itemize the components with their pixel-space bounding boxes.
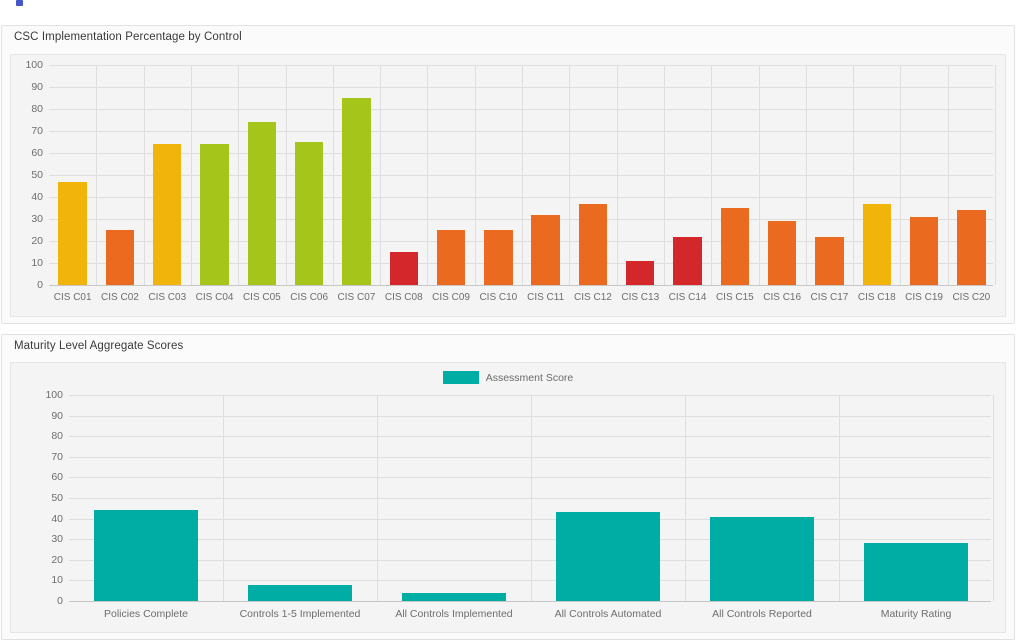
x-axis-tick-label: CIS C19 [905, 292, 943, 303]
y-axis-tick-label: 20 [51, 554, 63, 566]
y-axis-tick-label: 50 [51, 492, 63, 504]
bar[interactable] [768, 221, 796, 285]
bar[interactable] [531, 215, 559, 285]
y-axis-tick-label: 60 [51, 471, 63, 483]
maturity-legend: Assessment Score [11, 371, 1005, 384]
card-maturity-scores: Maturity Level Aggregate Scores Assessme… [1, 334, 1015, 640]
csc-chart-plot-area: 0102030405060708090100CIS C01CIS C02CIS … [10, 54, 1006, 317]
y-axis-tick-label: 90 [31, 81, 43, 93]
x-axis-tick-label: CIS C14 [669, 292, 707, 303]
y-axis-tick-label: 80 [31, 103, 43, 115]
bar[interactable] [153, 144, 181, 285]
y-axis-tick-label: 20 [31, 235, 43, 247]
bar[interactable] [864, 543, 969, 601]
x-axis-tick-label: CIS C04 [196, 292, 234, 303]
y-axis-tick-label: 70 [51, 451, 63, 463]
bar[interactable] [815, 237, 843, 285]
y-axis-tick-label: 100 [45, 389, 63, 401]
gridline-vertical [993, 395, 994, 601]
chart-axes: 0102030405060708090100 [69, 395, 991, 601]
legend-swatch-assessment-score [443, 371, 479, 384]
legend-label-assessment-score: Assessment Score [486, 372, 574, 384]
x-axis-tick-label: CIS C06 [290, 292, 328, 303]
x-axis-tick-label: CIS C10 [479, 292, 517, 303]
x-axis-tick-label: CIS C07 [338, 292, 376, 303]
x-axis-tick-label: CIS C12 [574, 292, 612, 303]
x-axis-tick-label: All Controls Implemented [395, 608, 512, 620]
x-axis-tick-label: CIS C13 [621, 292, 659, 303]
bar[interactable] [94, 510, 199, 601]
gridline-vertical [995, 65, 996, 285]
x-axis-tick-label: CIS C17 [811, 292, 849, 303]
y-axis-tick-label: 60 [31, 147, 43, 159]
bar[interactable] [248, 122, 276, 285]
bars-layer [69, 395, 991, 601]
dashboard-root: CSC Implementation Percentage by Control… [0, 0, 1016, 641]
bar[interactable] [106, 230, 134, 285]
x-axis-tick-label: CIS C05 [243, 292, 281, 303]
x-axis-tick-label: CIS C18 [858, 292, 896, 303]
bar[interactable] [579, 204, 607, 285]
bar[interactable] [910, 217, 938, 285]
y-axis-tick-label: 30 [51, 533, 63, 545]
x-axis-tick-label: Controls 1-5 Implemented [240, 608, 361, 620]
bar[interactable] [58, 182, 86, 285]
card-csc-implementation: CSC Implementation Percentage by Control… [1, 25, 1015, 324]
maturity-chart-plot-area: Assessment Score 0102030405060708090100P… [10, 362, 1006, 633]
y-axis-tick-label: 80 [51, 430, 63, 442]
x-axis-tick-label: CIS C15 [716, 292, 754, 303]
gridline-horizontal [69, 601, 991, 602]
bar[interactable] [863, 204, 891, 285]
y-axis-tick-label: 40 [31, 191, 43, 203]
y-axis-tick-label: 10 [51, 574, 63, 586]
y-axis-tick-label: 90 [51, 410, 63, 422]
y-axis-tick-label: 0 [37, 279, 43, 291]
y-axis-tick-label: 50 [31, 169, 43, 181]
x-axis-tick-label: CIS C16 [763, 292, 801, 303]
y-axis-tick-label: 0 [57, 595, 63, 607]
bar[interactable] [390, 252, 418, 285]
bar[interactable] [626, 261, 654, 285]
bar[interactable] [673, 237, 701, 285]
bar[interactable] [484, 230, 512, 285]
y-axis-tick-label: 40 [51, 513, 63, 525]
x-axis-tick-label: Maturity Rating [881, 608, 952, 620]
y-axis-tick-label: 10 [31, 257, 43, 269]
bar[interactable] [437, 230, 465, 285]
x-axis-tick-label: CIS C01 [54, 292, 92, 303]
bar[interactable] [721, 208, 749, 285]
x-axis-tick-label: CIS C03 [148, 292, 186, 303]
x-axis-tick-label: CIS C20 [952, 292, 990, 303]
bar[interactable] [200, 144, 228, 285]
y-axis-tick-label: 100 [25, 59, 43, 71]
bar[interactable] [556, 512, 661, 601]
x-axis-tick-label: All Controls Automated [555, 608, 662, 620]
gridline-horizontal [49, 285, 993, 286]
bar[interactable] [710, 517, 815, 601]
x-axis-tick-label: CIS C09 [432, 292, 470, 303]
bars-layer [49, 65, 993, 285]
card-maturity-title: Maturity Level Aggregate Scores [2, 335, 1014, 359]
x-axis-tick-label: CIS C08 [385, 292, 423, 303]
x-axis-tick-label: All Controls Reported [712, 608, 812, 620]
chart-axes: 0102030405060708090100 [49, 65, 993, 285]
card-csc-title: CSC Implementation Percentage by Control [2, 26, 1014, 50]
bar[interactable] [248, 585, 353, 601]
y-axis-tick-label: 70 [31, 125, 43, 137]
bar[interactable] [402, 593, 507, 601]
bar[interactable] [295, 142, 323, 285]
x-axis-tick-label: Policies Complete [104, 608, 188, 620]
clipped-top-element [16, 0, 23, 6]
x-axis-tick-label: CIS C11 [527, 292, 564, 303]
bar[interactable] [342, 98, 370, 285]
bar[interactable] [957, 210, 985, 285]
x-axis-tick-label: CIS C02 [101, 292, 139, 303]
y-axis-tick-label: 30 [31, 213, 43, 225]
